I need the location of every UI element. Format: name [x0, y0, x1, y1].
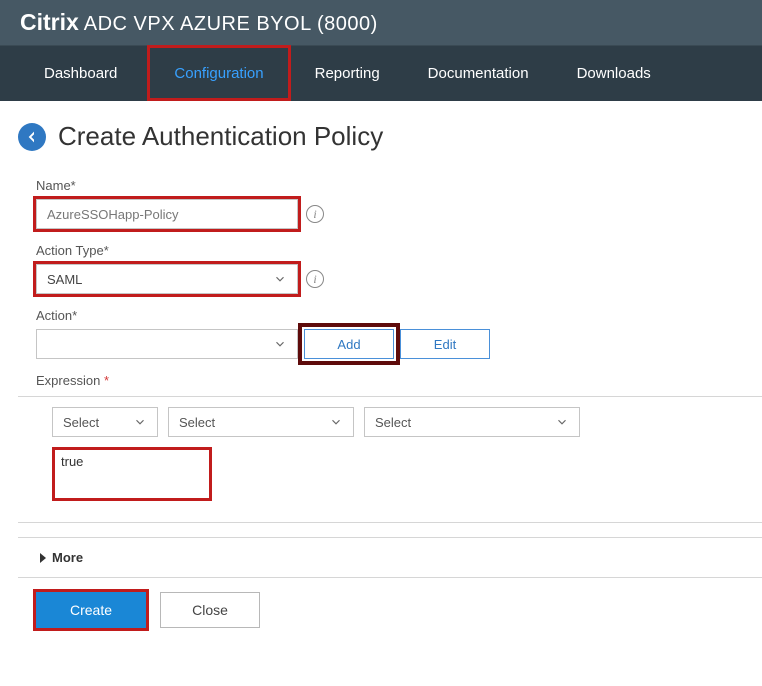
action-type-label: Action Type* — [36, 243, 744, 258]
chevron-down-icon — [329, 415, 343, 429]
nav-dashboard[interactable]: Dashboard — [20, 46, 141, 101]
expression-selects: Select Select Select — [18, 397, 762, 447]
add-button[interactable]: Add — [304, 329, 394, 359]
action-select[interactable] — [36, 329, 298, 359]
expr-select-2[interactable]: Select — [168, 407, 354, 437]
chevron-down-icon — [133, 415, 147, 429]
nav-configuration[interactable]: Configuration — [147, 45, 290, 101]
expression-textarea[interactable] — [52, 447, 212, 501]
expr-select-1[interactable]: Select — [52, 407, 158, 437]
name-field: Name* i — [36, 178, 744, 229]
edit-button[interactable]: Edit — [400, 329, 490, 359]
info-icon[interactable]: i — [306, 205, 324, 223]
close-button[interactable]: Close — [160, 592, 260, 628]
chevron-down-icon — [273, 337, 287, 351]
nav-reporting-label: Reporting — [315, 65, 380, 82]
more-expander[interactable]: More — [18, 537, 762, 578]
brand-strong: Citrix — [20, 9, 79, 35]
action-type-value: SAML — [47, 272, 82, 287]
chevron-down-icon — [555, 415, 569, 429]
expr-select-1-label: Select — [63, 415, 99, 430]
brand: Citrix ADC VPX AZURE BYOL (8000) — [20, 9, 378, 36]
triangle-right-icon — [40, 553, 46, 563]
page-body: Create Authentication Policy Name* i Act… — [0, 101, 762, 638]
action-field: Action* Add Edit — [36, 308, 744, 359]
nav-documentation[interactable]: Documentation — [404, 46, 553, 101]
name-label: Name* — [36, 178, 744, 193]
nav-downloads[interactable]: Downloads — [553, 46, 675, 101]
back-button[interactable] — [18, 123, 46, 151]
footer-buttons: Create Close — [36, 592, 744, 628]
action-type-select[interactable]: SAML — [36, 264, 298, 294]
required-asterisk: * — [104, 373, 109, 388]
expr-select-3-label: Select — [375, 415, 411, 430]
nav-downloads-label: Downloads — [577, 65, 651, 82]
expr-select-3[interactable]: Select — [364, 407, 580, 437]
chevron-down-icon — [273, 272, 287, 286]
expression-box: Select Select Select — [18, 396, 762, 523]
title-row: Create Authentication Policy — [18, 121, 744, 152]
nav-reporting[interactable]: Reporting — [291, 46, 404, 101]
nav-configuration-label: Configuration — [174, 65, 263, 82]
form: Name* i Action Type* SAML i Action* — [18, 178, 744, 628]
expr-select-2-label: Select — [179, 415, 215, 430]
nav-dashboard-label: Dashboard — [44, 65, 117, 82]
expression-label: Expression * — [36, 373, 744, 388]
arrow-left-icon — [24, 129, 40, 145]
brand-rest: ADC VPX AZURE BYOL (8000) — [79, 13, 378, 35]
page-title: Create Authentication Policy — [58, 121, 383, 152]
app-header: Citrix ADC VPX AZURE BYOL (8000) — [0, 0, 762, 46]
more-label: More — [52, 550, 83, 565]
main-nav: Dashboard Configuration Reporting Docume… — [0, 46, 762, 101]
name-input[interactable] — [36, 199, 298, 229]
info-icon[interactable]: i — [306, 270, 324, 288]
create-button[interactable]: Create — [36, 592, 146, 628]
nav-documentation-label: Documentation — [428, 65, 529, 82]
action-type-field: Action Type* SAML i — [36, 243, 744, 294]
action-label: Action* — [36, 308, 744, 323]
